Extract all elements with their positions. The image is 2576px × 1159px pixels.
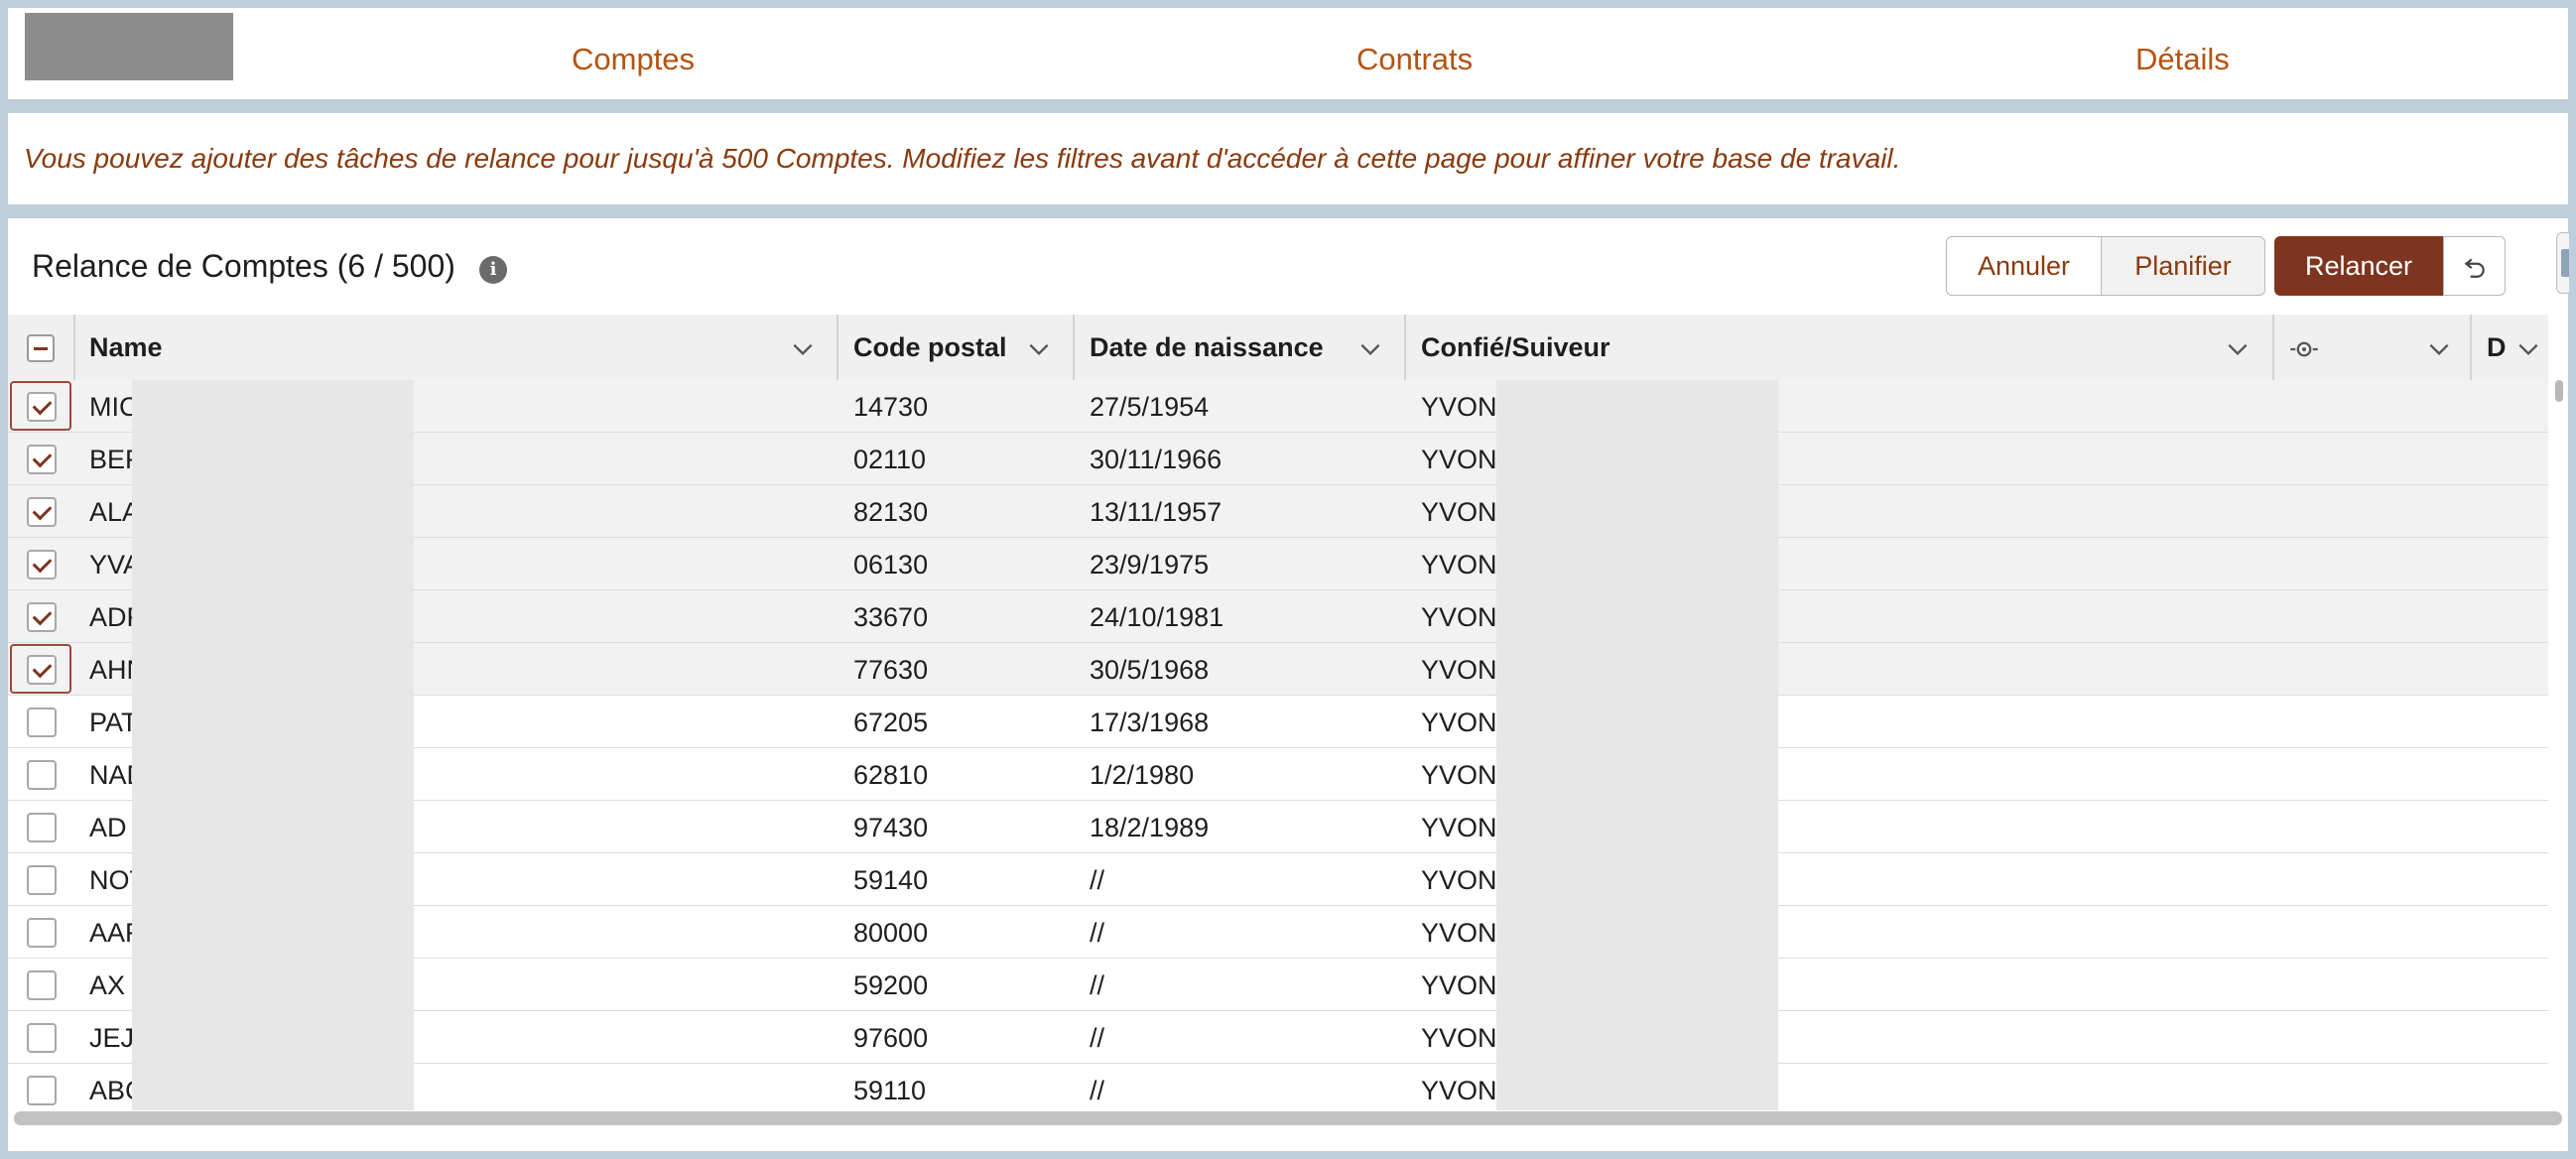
row-checkbox[interactable] — [27, 970, 57, 1000]
cell-name: JEJ — [89, 1023, 135, 1053]
chevron-down-icon[interactable] — [2225, 315, 2251, 380]
undo-icon — [2462, 249, 2488, 282]
cell-code-postal: 59140 — [853, 865, 929, 895]
cell-date-naissance: // — [1090, 970, 1105, 1000]
cell-code-postal: 82130 — [853, 497, 929, 527]
cell-confie-suiveur: YVON — [1421, 918, 1497, 948]
cell-confie-suiveur: YVON — [1421, 865, 1497, 895]
cell-confie-suiveur: YVON — [1421, 392, 1497, 422]
cell-date-naissance: // — [1090, 1023, 1105, 1053]
cell-name: AD — [89, 813, 127, 842]
cell-confie-suiveur: YVON — [1421, 708, 1497, 737]
cell-confie-suiveur: YVON — [1421, 1076, 1497, 1105]
cell-code-postal: 06130 — [853, 550, 929, 580]
relancer-button[interactable]: Relancer — [2274, 236, 2443, 296]
undo-button[interactable] — [2443, 236, 2506, 296]
nav-comptes[interactable]: Comptes — [572, 8, 695, 99]
top-nav: Comptes Contrats Détails — [8, 8, 2568, 99]
brand-logo[interactable] — [25, 13, 233, 80]
chevron-down-icon[interactable] — [2515, 315, 2541, 380]
chevron-down-icon[interactable] — [1026, 315, 1052, 380]
redacted-owner-block — [1496, 380, 1778, 1110]
row-checkbox[interactable] — [27, 1023, 57, 1053]
cell-code-postal: 59200 — [853, 970, 929, 1000]
horizontal-scrollbar[interactable] — [14, 1111, 2562, 1125]
cell-code-postal: 02110 — [853, 445, 927, 474]
row-checkbox[interactable] — [27, 655, 57, 685]
vertical-scrollbar-thumb[interactable] — [2555, 380, 2563, 402]
row-checkbox[interactable] — [27, 813, 57, 842]
cell-confie-suiveur: YVON — [1421, 760, 1497, 790]
redacted-name-block — [132, 380, 414, 1110]
relance-panel: Relance de Comptes (6 / 500) i Annuler P… — [8, 218, 2569, 1151]
chevron-down-icon[interactable] — [1357, 315, 1383, 380]
cell-name: AX — [89, 970, 126, 1000]
info-icon[interactable]: i — [479, 256, 507, 284]
cell-date-naissance: 24/10/1981 — [1090, 602, 1224, 632]
cell-confie-suiveur: YVON — [1421, 550, 1497, 580]
cell-date-naissance: 1/2/1980 — [1090, 760, 1195, 790]
row-checkbox[interactable] — [27, 392, 57, 422]
cell-confie-suiveur: YVON — [1421, 602, 1497, 632]
page-title: Relance de Comptes (6 / 500) — [32, 248, 455, 284]
side-panel-toggle[interactable] — [2556, 232, 2569, 294]
nav-details[interactable]: Détails — [2135, 8, 2230, 99]
nav-contrats[interactable]: Contrats — [1356, 8, 1473, 99]
accounts-table: Name Code postal Date de naissance Confi… — [8, 315, 2548, 1110]
cell-date-naissance: 30/5/1968 — [1090, 655, 1210, 685]
row-checkbox[interactable] — [27, 445, 57, 474]
horizontal-scrollbar-thumb[interactable] — [14, 1111, 2562, 1125]
cell-date-naissance: 17/3/1968 — [1090, 708, 1210, 737]
cell-date-naissance: 23/9/1975 — [1090, 550, 1210, 580]
cell-code-postal: 67205 — [853, 708, 929, 737]
select-all-checkbox[interactable] — [27, 334, 55, 362]
cell-date-naissance: 30/11/1966 — [1090, 445, 1223, 474]
row-checkbox[interactable] — [27, 497, 57, 527]
cell-code-postal: 33670 — [853, 602, 929, 632]
planifier-button[interactable]: Planifier — [2101, 236, 2265, 296]
info-banner: Vous pouvez ajouter des tâches de relanc… — [8, 113, 2568, 204]
cell-code-postal: 14730 — [853, 392, 929, 422]
row-checkbox[interactable] — [27, 708, 57, 737]
vertical-scrollbar[interactable] — [2551, 380, 2563, 1095]
cell-code-postal: 97600 — [853, 1023, 929, 1053]
cell-code-postal: 59110 — [853, 1076, 927, 1105]
column-header-name[interactable]: Name — [73, 315, 837, 380]
chevron-down-icon[interactable] — [2426, 315, 2452, 380]
cell-code-postal: 97430 — [853, 813, 929, 842]
annuler-button[interactable]: Annuler — [1946, 236, 2102, 296]
cell-confie-suiveur: YVON — [1421, 655, 1497, 685]
cell-date-naissance: // — [1090, 865, 1105, 895]
cell-date-naissance: 18/2/1989 — [1090, 813, 1210, 842]
cell-confie-suiveur: YVON — [1421, 497, 1497, 527]
cell-code-postal: 80000 — [853, 918, 929, 948]
cell-confie-suiveur: YVON — [1421, 970, 1497, 1000]
row-checkbox[interactable] — [27, 918, 57, 948]
crosshair-icon — [2289, 332, 2319, 362]
banner-text: Vous pouvez ajouter des tâches de relanc… — [24, 143, 1901, 174]
cell-confie-suiveur: YVON — [1421, 445, 1497, 474]
chevron-down-icon[interactable] — [790, 315, 816, 380]
cell-date-naissance: 13/11/1957 — [1090, 497, 1223, 527]
cell-date-naissance: // — [1090, 1076, 1105, 1105]
cell-name: PAT — [89, 708, 138, 737]
row-checkbox[interactable] — [27, 602, 57, 632]
cell-code-postal: 77630 — [853, 655, 929, 685]
cell-confie-suiveur: YVON — [1421, 813, 1497, 842]
row-checkbox[interactable] — [27, 550, 57, 580]
cell-code-postal: 62810 — [853, 760, 929, 790]
cell-date-naissance: 27/5/1954 — [1090, 392, 1210, 422]
column-header-confie-suiveur[interactable]: Confié/Suiveur — [1405, 315, 2272, 380]
row-checkbox[interactable] — [27, 1076, 57, 1105]
cell-confie-suiveur: YVON — [1421, 1023, 1497, 1053]
row-checkbox[interactable] — [27, 760, 57, 790]
row-checkbox[interactable] — [27, 865, 57, 895]
table-header: Name Code postal Date de naissance Confi… — [8, 315, 2548, 381]
cell-date-naissance: // — [1090, 918, 1105, 948]
column-header-date-naissance[interactable]: Date de naissance — [1074, 315, 1405, 380]
